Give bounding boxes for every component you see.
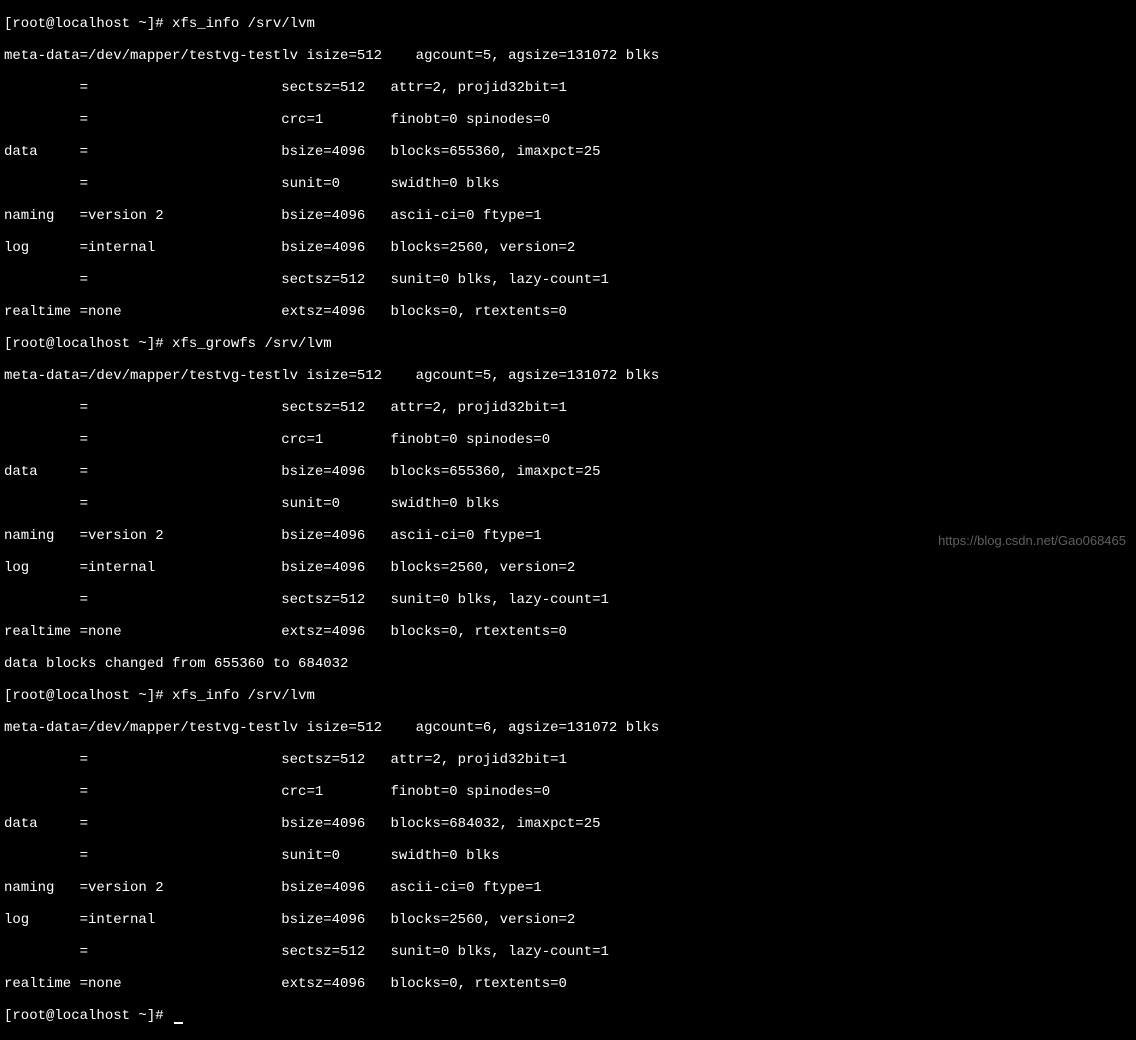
prompt-line: [root@localhost ~]# xfs_growfs /srv/lvm	[4, 336, 1132, 352]
cursor-icon	[174, 1022, 183, 1024]
prompt-line: [root@localhost ~]# xfs_info /srv/lvm	[4, 688, 1132, 704]
output-line: log =internal bsize=4096 blocks=2560, ve…	[4, 560, 1132, 576]
output-line: log =internal bsize=4096 blocks=2560, ve…	[4, 240, 1132, 256]
output-line: = sunit=0 swidth=0 blks	[4, 176, 1132, 192]
output-line: meta-data=/dev/mapper/testvg-testlv isiz…	[4, 720, 1132, 736]
output-line: = sunit=0 swidth=0 blks	[4, 848, 1132, 864]
output-line: = sectsz=512 attr=2, projid32bit=1	[4, 400, 1132, 416]
output-line: data = bsize=4096 blocks=684032, imaxpct…	[4, 816, 1132, 832]
prompt-text: [root@localhost ~]#	[4, 1008, 172, 1024]
output-line: = sunit=0 swidth=0 blks	[4, 496, 1132, 512]
output-line: realtime =none extsz=4096 blocks=0, rtex…	[4, 304, 1132, 320]
terminal-output[interactable]: [root@localhost ~]# xfs_info /srv/lvm me…	[0, 0, 1136, 1040]
output-line: data = bsize=4096 blocks=655360, imaxpct…	[4, 144, 1132, 160]
output-line: data = bsize=4096 blocks=655360, imaxpct…	[4, 464, 1132, 480]
prompt-line-active[interactable]: [root@localhost ~]#	[4, 1008, 1132, 1024]
output-line: = crc=1 finobt=0 spinodes=0	[4, 112, 1132, 128]
output-line: = sectsz=512 sunit=0 blks, lazy-count=1	[4, 272, 1132, 288]
output-line: log =internal bsize=4096 blocks=2560, ve…	[4, 912, 1132, 928]
output-line: = sectsz=512 attr=2, projid32bit=1	[4, 752, 1132, 768]
watermark-text: https://blog.csdn.net/Gao068465	[938, 533, 1126, 549]
output-line: data blocks changed from 655360 to 68403…	[4, 656, 1132, 672]
prompt-line: [root@localhost ~]# xfs_info /srv/lvm	[4, 16, 1132, 32]
output-line: = sectsz=512 sunit=0 blks, lazy-count=1	[4, 592, 1132, 608]
output-line: naming =version 2 bsize=4096 ascii-ci=0 …	[4, 880, 1132, 896]
output-line: = crc=1 finobt=0 spinodes=0	[4, 432, 1132, 448]
output-line: realtime =none extsz=4096 blocks=0, rtex…	[4, 624, 1132, 640]
output-line: meta-data=/dev/mapper/testvg-testlv isiz…	[4, 48, 1132, 64]
output-line: meta-data=/dev/mapper/testvg-testlv isiz…	[4, 368, 1132, 384]
output-line: realtime =none extsz=4096 blocks=0, rtex…	[4, 976, 1132, 992]
output-line: = sectsz=512 attr=2, projid32bit=1	[4, 80, 1132, 96]
output-line: = sectsz=512 sunit=0 blks, lazy-count=1	[4, 944, 1132, 960]
output-line: = crc=1 finobt=0 spinodes=0	[4, 784, 1132, 800]
output-line: naming =version 2 bsize=4096 ascii-ci=0 …	[4, 208, 1132, 224]
